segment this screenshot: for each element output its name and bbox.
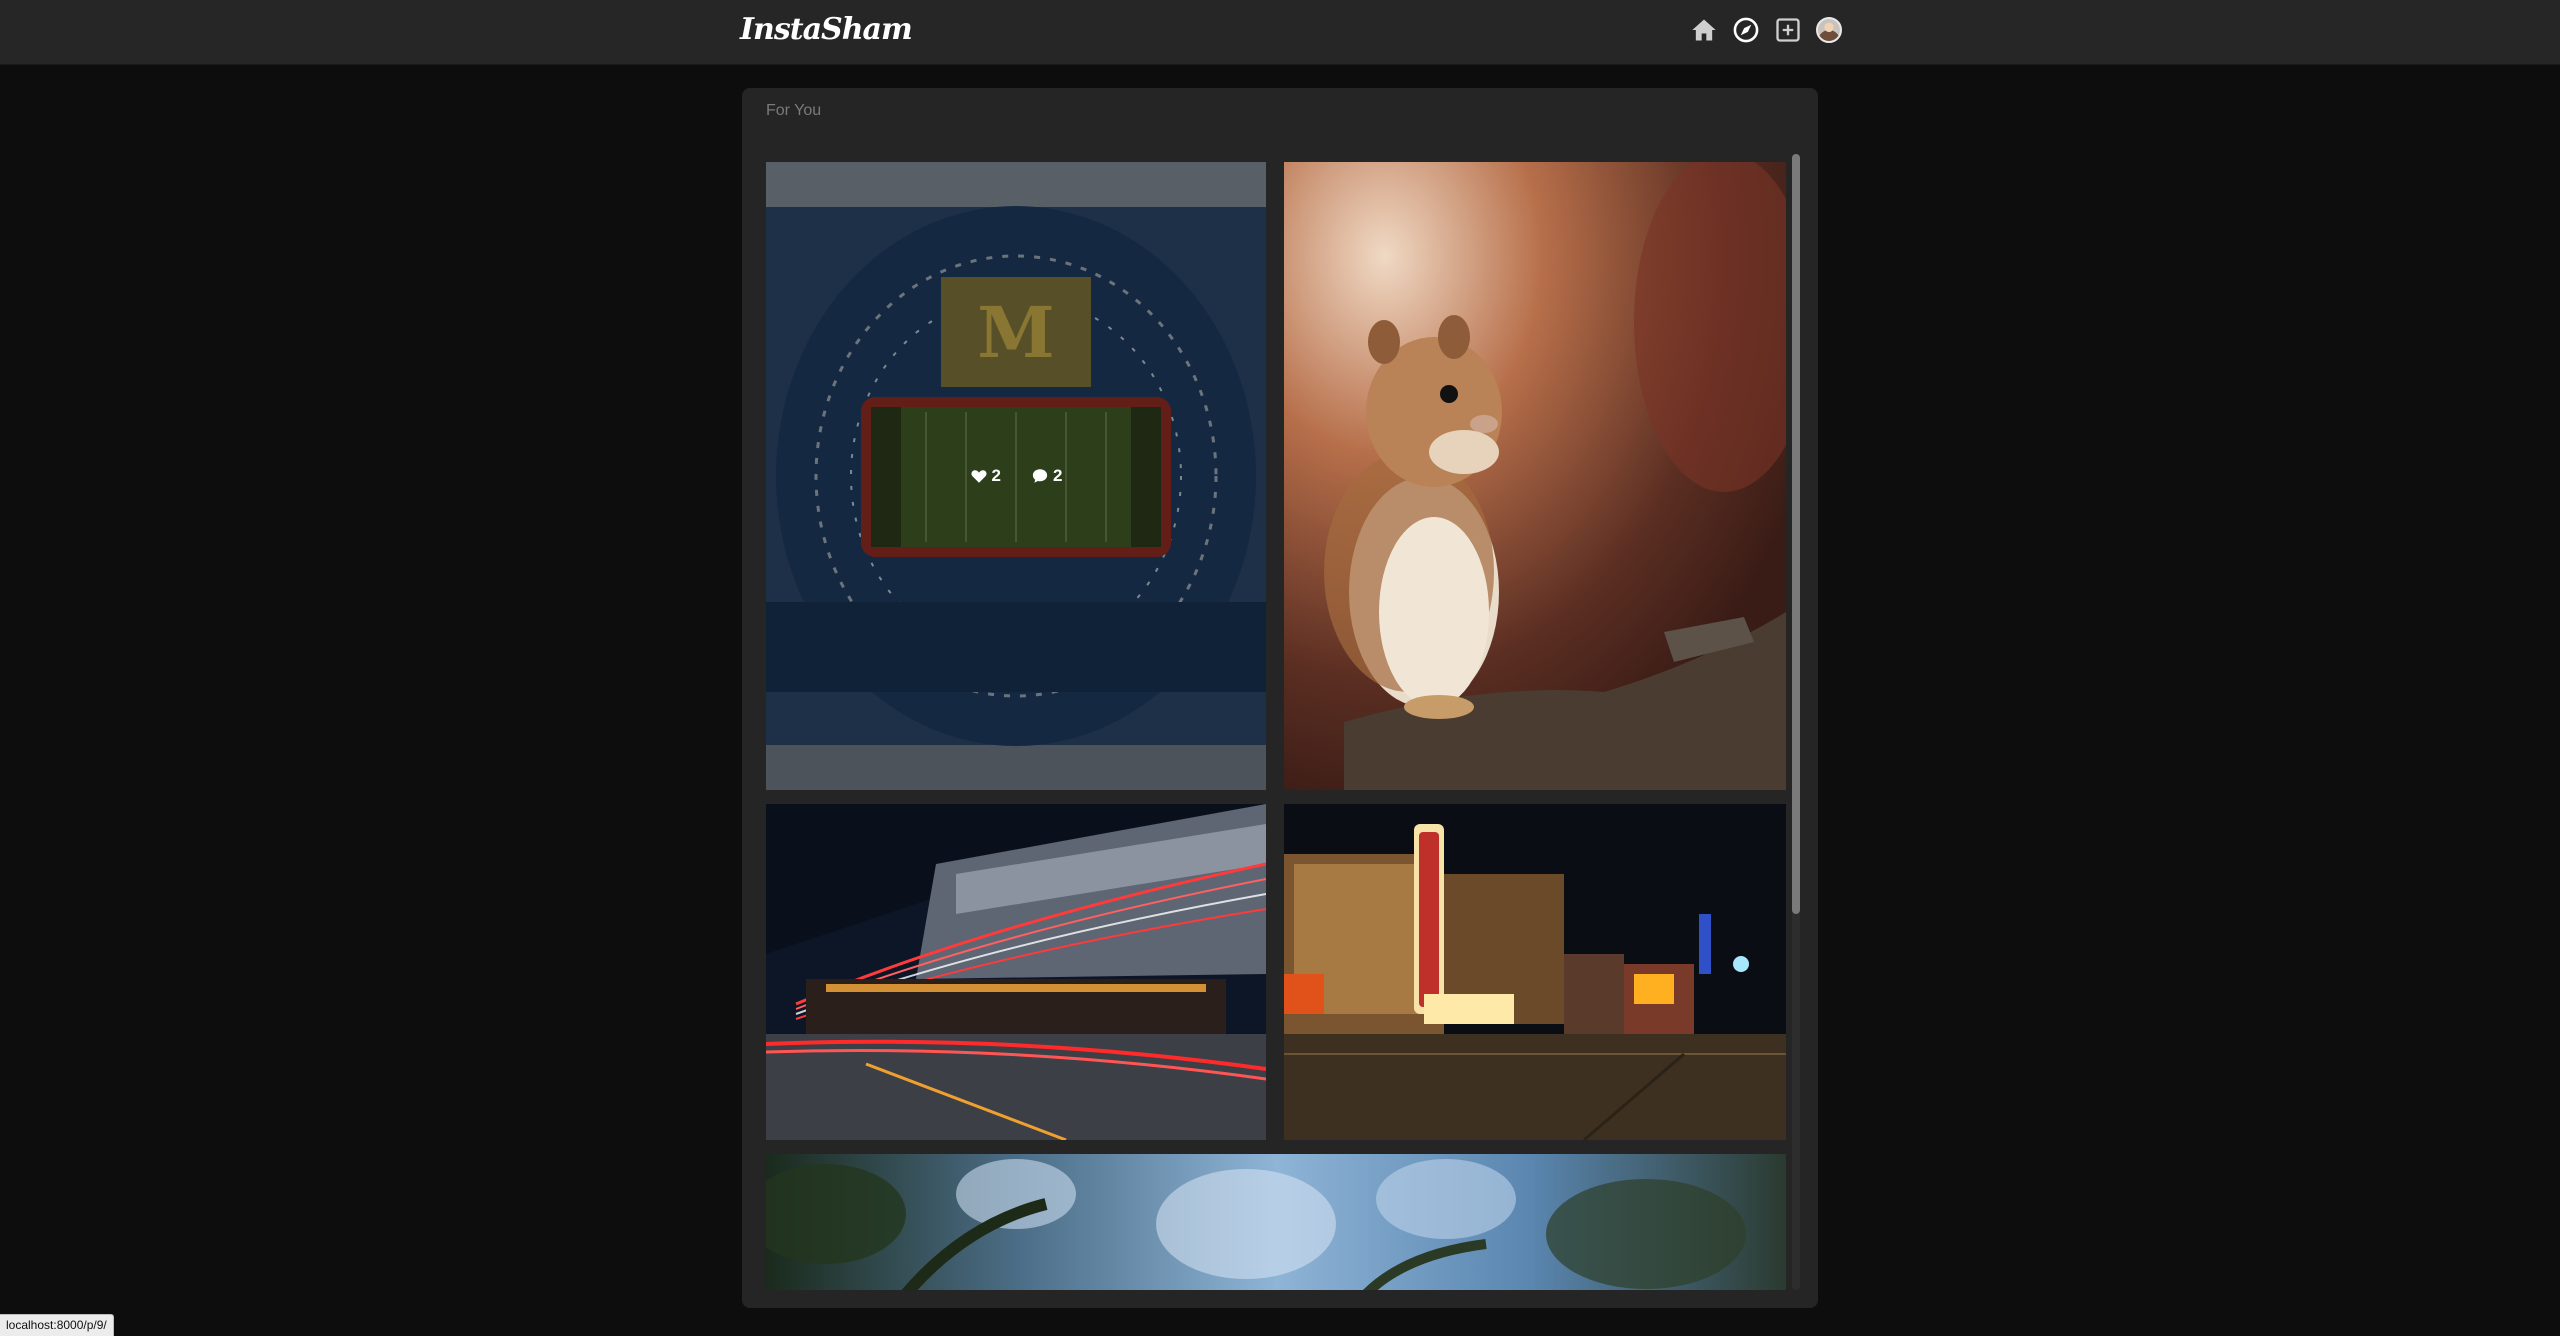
comment-count-value: 2: [1053, 466, 1063, 485]
feed-card: For You M 2 2: [742, 88, 1818, 1308]
nav-icon-group: [1690, 16, 1842, 44]
michigan-theater-photo: [1284, 804, 1786, 1140]
post-tile-chipmunk[interactable]: [1284, 162, 1786, 790]
comment-icon: [1032, 469, 1048, 483]
heart-icon: [971, 470, 987, 483]
light-trails-photo: [766, 804, 1266, 1140]
feed-title: For You: [766, 102, 822, 119]
like-count-value: 2: [991, 466, 1001, 485]
app-logo[interactable]: InstaSham: [740, 12, 913, 47]
post-grid: M 2 2: [766, 162, 1786, 1290]
comment-count: 2: [1031, 466, 1062, 486]
blue-flowers-photo: [766, 1154, 1786, 1290]
scrollbar-thumb[interactable]: [1792, 154, 1800, 914]
avatar[interactable]: [1816, 17, 1842, 43]
like-count: 2: [970, 466, 1001, 486]
top-navbar: InstaSham: [0, 0, 2560, 65]
post-tile-stadium[interactable]: M 2 2: [766, 162, 1266, 790]
post-tile-michigan-theater[interactable]: [1284, 804, 1786, 1140]
post-hover-overlay: 2 2: [766, 162, 1266, 790]
post-tile-light-trails[interactable]: [766, 804, 1266, 1140]
post-tile-blue-flowers[interactable]: [766, 1154, 1786, 1290]
status-url-bar: localhost:8000/p/9/: [0, 1314, 114, 1336]
explore-icon[interactable]: [1732, 16, 1760, 44]
feed-scrollbar[interactable]: [1792, 154, 1800, 1290]
add-post-icon[interactable]: [1774, 16, 1802, 44]
chipmunk-photo: [1284, 162, 1786, 790]
home-icon[interactable]: [1690, 16, 1718, 44]
